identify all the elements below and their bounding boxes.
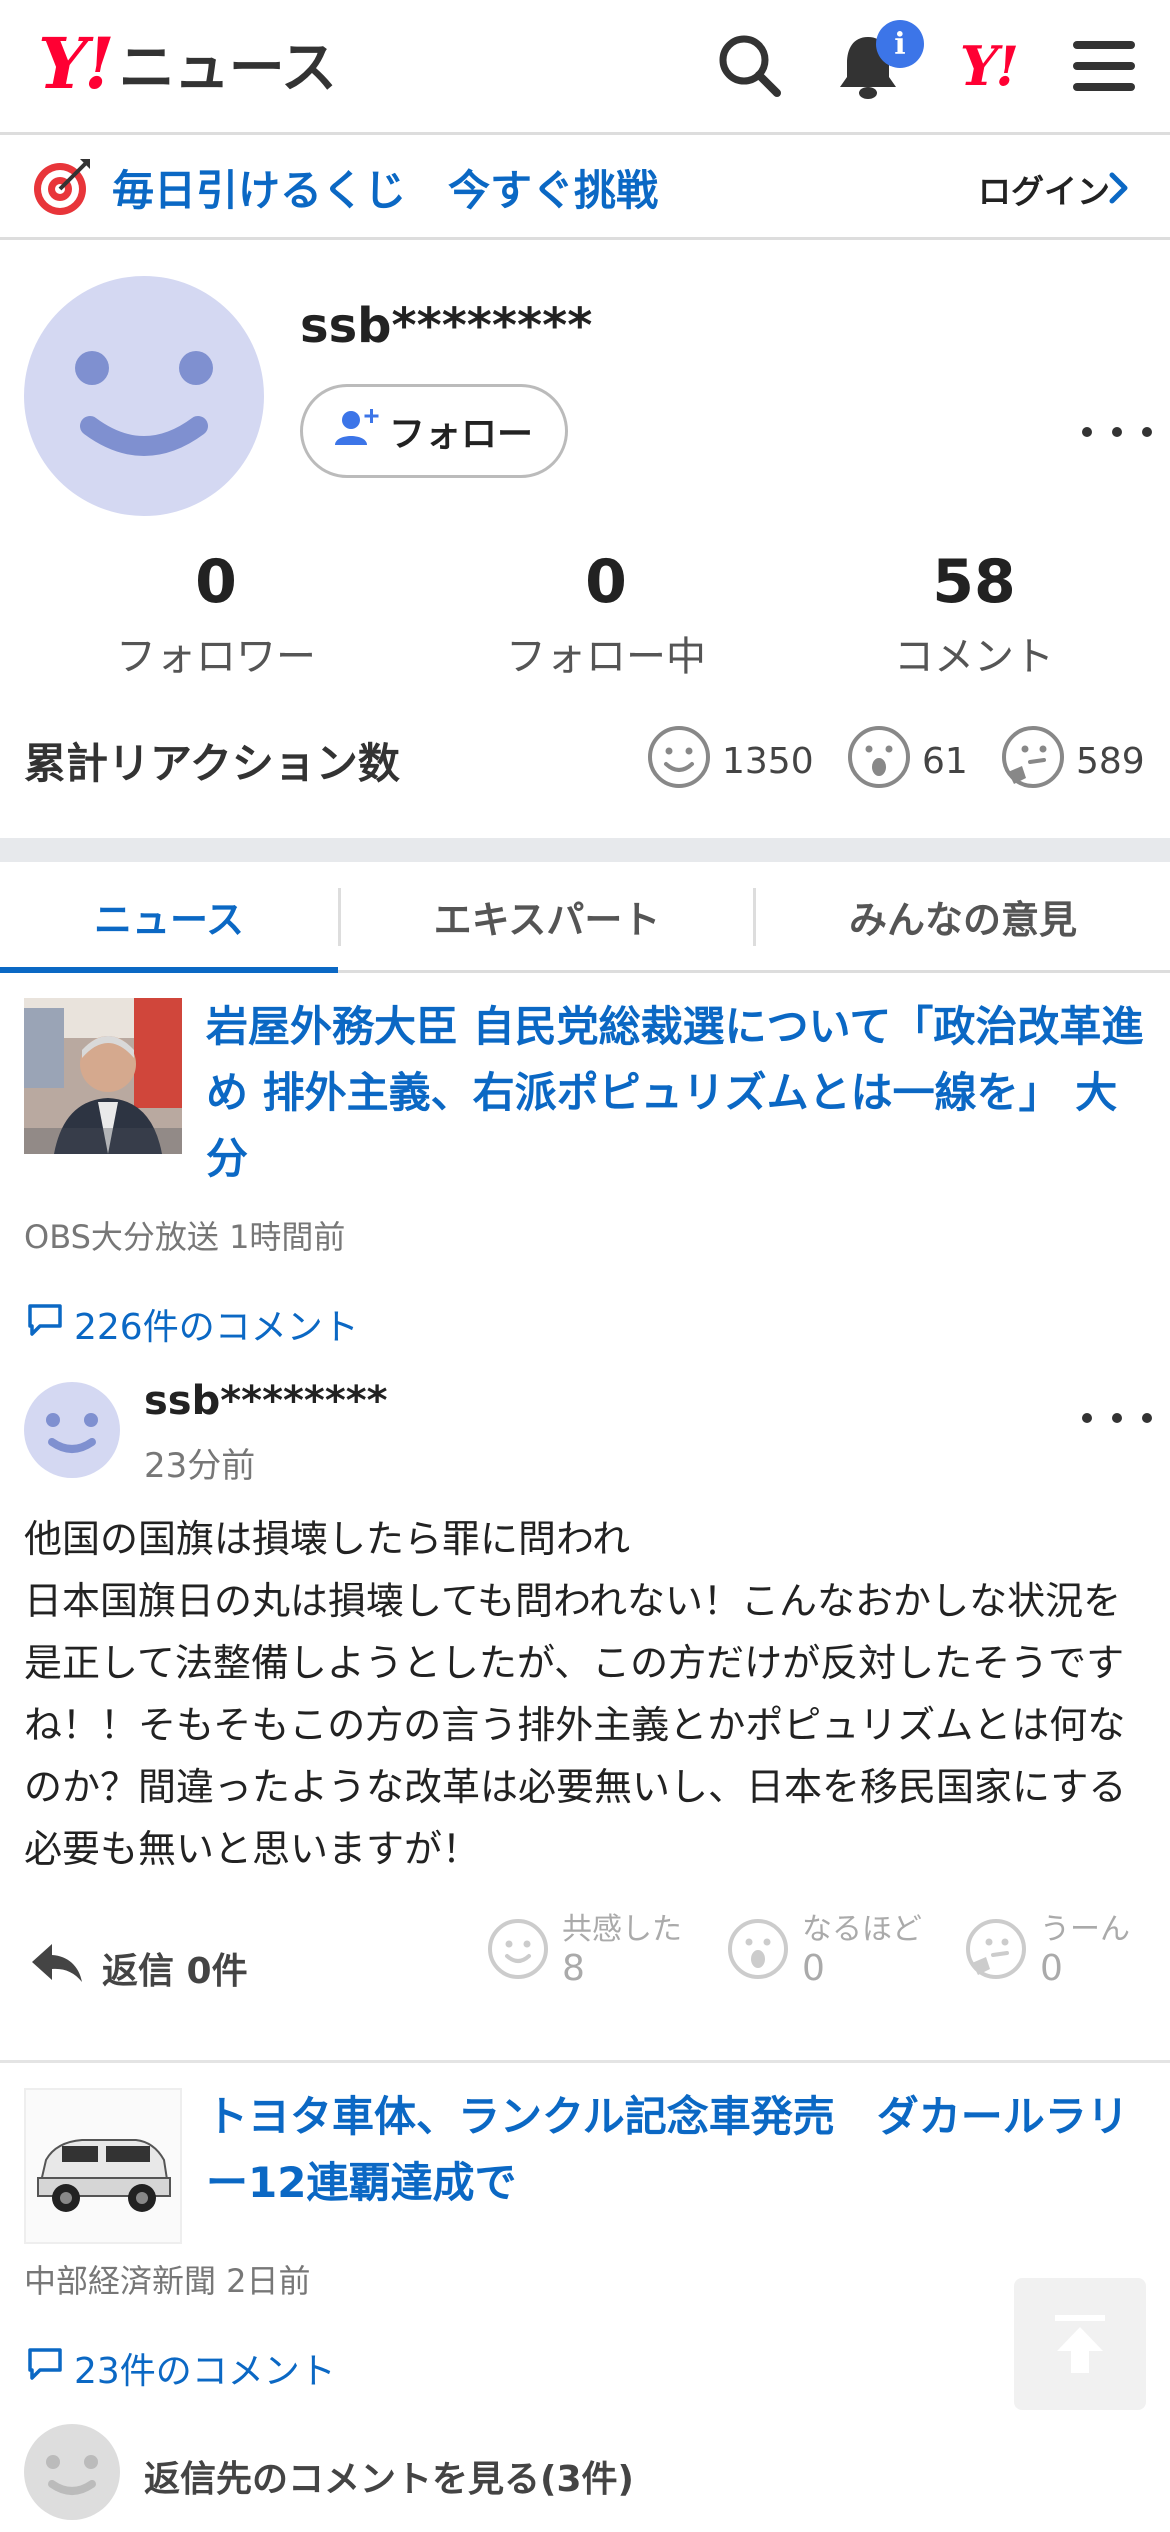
article-comments-link[interactable]: 23件のコメント <box>26 2342 336 2394</box>
article-thumbnail[interactable] <box>24 2088 182 2244</box>
profile-more-icon[interactable] <box>1082 412 1152 452</box>
thinking-icon <box>1000 724 1066 799</box>
notification-badge: i <box>876 20 924 68</box>
reply-button[interactable]: 返信 0件 <box>30 1940 248 1995</box>
menu-icon[interactable] <box>1066 28 1142 104</box>
stat-label: コメント <box>894 634 1054 680</box>
reaction-empathy-button[interactable]: 共感した 8 <box>486 1912 682 1990</box>
smile-icon <box>486 1917 550 1985</box>
reaction-count: 61 <box>922 741 968 782</box>
reaction-thinking: 589 <box>1000 724 1145 799</box>
article-comments-link[interactable]: 226件のコメント <box>26 1298 359 1350</box>
logo-y: Y! <box>38 21 115 105</box>
thinking-icon <box>964 1917 1028 1985</box>
reaction-hmm-button[interactable]: うーん 0 <box>964 1912 1130 1990</box>
reply-label: 返信 0件 <box>102 1950 248 1992</box>
comment-time: 23分前 <box>144 1446 256 1486</box>
comment-username[interactable]: ssb******** <box>144 1378 388 1424</box>
login-link[interactable]: ログイン <box>978 165 1110 213</box>
reaction-insight-button[interactable]: なるほど 0 <box>726 1912 922 1990</box>
reaction-surprised: 61 <box>846 724 968 799</box>
tab-expert[interactable]: エキスパート <box>341 862 753 970</box>
comment-body: 他国の国旗は損壊したら罪に問われ 日本国旗日の丸は損壊しても問われない！こんなお… <box>24 1517 1127 1871</box>
comment-more-icon[interactable] <box>1082 1398 1152 1438</box>
logo-text: ニュース <box>118 35 337 101</box>
surprised-icon <box>726 1917 790 1985</box>
comment-avatar <box>24 1382 120 1478</box>
section-divider <box>0 838 1170 862</box>
article-thumbnail[interactable] <box>24 998 182 1154</box>
surprised-icon <box>846 724 912 799</box>
article-source: 中部経済新聞 2日前 <box>24 2262 311 2300</box>
tab-news[interactable]: ニュース <box>0 862 338 973</box>
follow-label: フォロー <box>388 414 533 455</box>
comments-count: 226件のコメント <box>74 1307 359 1348</box>
lottery-banner[interactable]: 毎日引けるくじ 今すぐ挑戦 ログイン <box>0 135 1170 240</box>
reaction-smile: 1350 <box>646 724 814 799</box>
stat-label: フォロー中 <box>506 634 706 680</box>
reaction-label: なるほど <box>802 1912 922 1947</box>
yahoo-icon[interactable]: Y! <box>950 28 1026 104</box>
stat-comments[interactable]: 58 コメント <box>824 546 1124 682</box>
stat-label: フォロワー <box>116 634 316 680</box>
tab-bar: ニュース エキスパート みんなの意見 <box>0 862 1170 973</box>
article-source: OBS大分放送 1時間前 <box>24 1218 346 1256</box>
yahoo-mark: Y! <box>959 34 1019 98</box>
target-icon <box>30 155 94 223</box>
stat-followers[interactable]: 0 フォロワー <box>66 546 366 682</box>
profile-username: ssb******** <box>300 298 593 354</box>
reaction-count: 0 <box>1040 1948 1063 1989</box>
smile-icon <box>646 724 712 799</box>
article-title[interactable]: 岩屋外務大臣 自民党総裁選について「政治改革進め 排外主義、右派ポピュリズムとは… <box>206 994 1152 1192</box>
reaction-count: 0 <box>802 1948 825 1989</box>
stat-value: 0 <box>195 547 237 617</box>
comment-icon <box>26 1302 64 1347</box>
search-icon[interactable] <box>712 28 788 104</box>
reactions-title: 累計リアクション数 <box>24 739 400 788</box>
profile-avatar <box>24 276 264 516</box>
reaction-count: 8 <box>562 1948 585 1989</box>
tab-opinions[interactable]: みんなの意見 <box>756 862 1170 970</box>
stat-value: 58 <box>932 547 1016 617</box>
lottery-text: 毎日引けるくじ 今すぐ挑戦 <box>112 166 659 215</box>
yahoo-news-logo[interactable]: Y! ニュース <box>38 22 337 105</box>
reply-icon <box>30 1940 84 1995</box>
app-header: Y! ニュース i Y! <box>0 0 1170 135</box>
stat-value: 0 <box>585 547 627 617</box>
reaction-label: うーん <box>1040 1912 1130 1947</box>
reaction-count: 589 <box>1076 741 1145 782</box>
scroll-to-top-button[interactable] <box>1014 2278 1146 2410</box>
add-user-icon <box>334 407 379 456</box>
see-replies-link[interactable]: 返信先のコメントを見る(3件) <box>144 2450 634 2502</box>
reaction-count: 1350 <box>722 741 814 782</box>
stat-following[interactable]: 0 フォロー中 <box>456 546 756 682</box>
comment-icon <box>26 2346 64 2391</box>
divider <box>0 2060 1170 2063</box>
follow-button[interactable]: フォロー <box>300 384 568 478</box>
comments-count: 23件のコメント <box>74 2351 336 2392</box>
article-title[interactable]: トヨタ車体、ランクル記念車発売 ダカールラリー12連覇達成で <box>206 2084 1152 2216</box>
reaction-label: 共感した <box>562 1912 682 1947</box>
reply-avatar <box>24 2424 120 2520</box>
chevron-right-icon <box>1108 171 1130 209</box>
